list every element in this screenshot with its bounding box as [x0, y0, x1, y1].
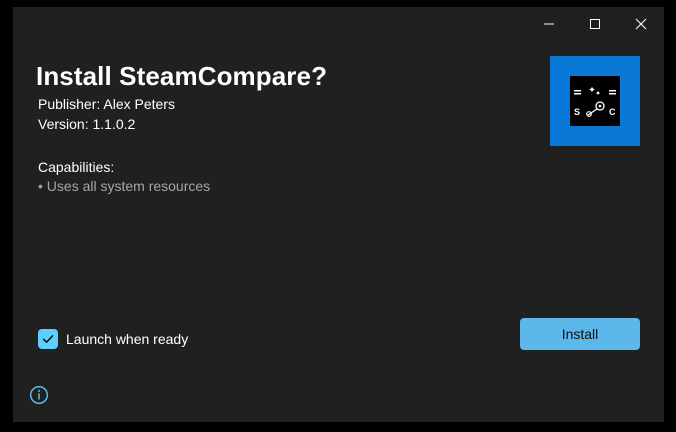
maximize-button[interactable] [572, 9, 618, 39]
install-button[interactable]: Install [520, 318, 640, 350]
steamcompare-logo-icon: S C [570, 76, 620, 126]
logo-letter-s: S [574, 107, 580, 117]
version-text: Version: 1.1.0.2 [38, 116, 136, 132]
close-icon [635, 18, 647, 30]
minimize-icon [544, 23, 554, 25]
logo-letter-c: C [609, 107, 616, 117]
publisher-text: Publisher: Alex Peters [38, 96, 175, 112]
capability-item: • Uses all system resources [38, 178, 211, 194]
launch-when-ready-checkbox[interactable] [38, 329, 58, 349]
info-icon[interactable] [29, 385, 49, 405]
close-button[interactable] [618, 9, 664, 39]
install-title: Install SteamCompare? [36, 61, 328, 91]
launch-when-ready-label: Launch when ready [66, 331, 189, 347]
app-tile: S C [550, 56, 640, 146]
maximize-icon [590, 19, 600, 29]
minimize-button[interactable] [526, 9, 572, 39]
capabilities-heading: Capabilities: [38, 159, 115, 175]
installer-window: Install SteamCompare? Publisher: Alex Pe… [13, 7, 664, 422]
launch-when-ready-option[interactable]: Launch when ready [38, 329, 188, 349]
checkmark-icon [42, 335, 54, 343]
